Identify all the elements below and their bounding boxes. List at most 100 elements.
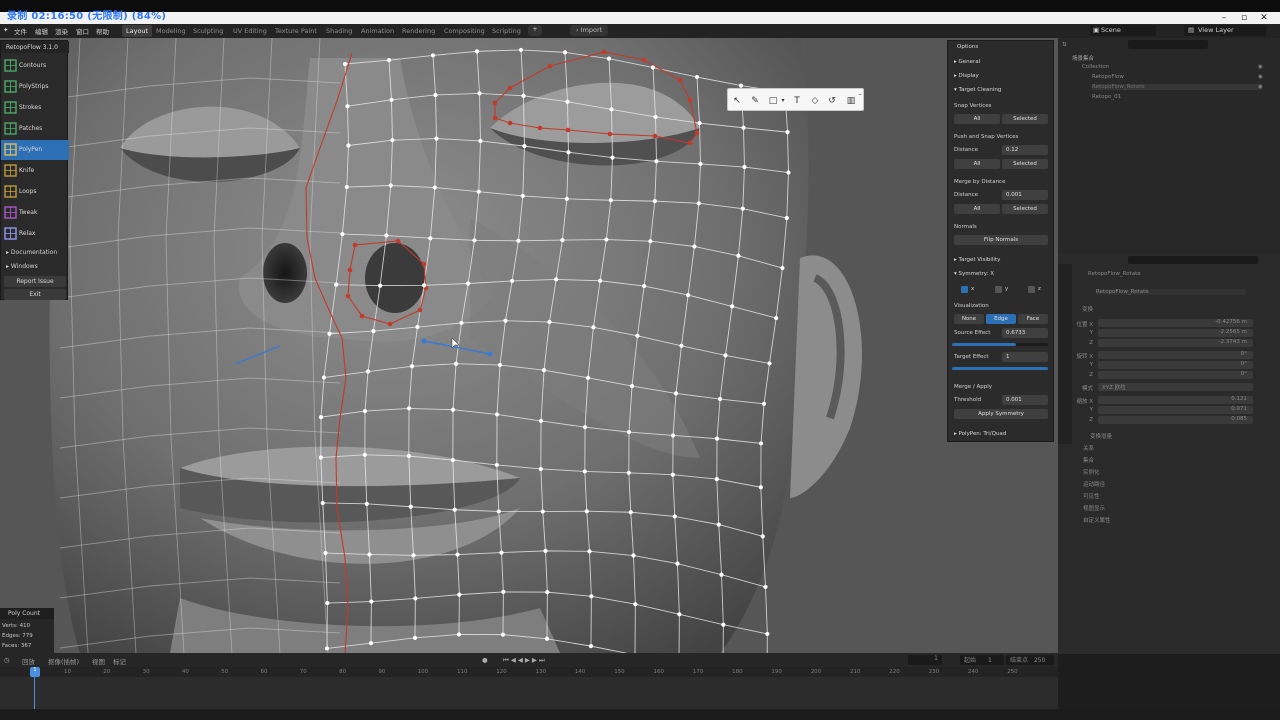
- rotation-z-field[interactable]: 0°: [1098, 371, 1253, 379]
- windows-link[interactable]: ▸ Windows: [6, 263, 38, 270]
- timeline-menu-view[interactable]: 视图: [92, 656, 105, 666]
- playback-controls[interactable]: ⏮◀◀▶▶⏭: [503, 656, 547, 665]
- start-frame-field[interactable]: 起始 1: [960, 655, 1004, 665]
- property-section[interactable]: 可见性: [1083, 492, 1100, 500]
- timeline-editor-icon[interactable]: ◷: [4, 656, 10, 664]
- text-icon[interactable]: T: [792, 96, 802, 106]
- menu-edit[interactable]: 编辑: [35, 26, 48, 36]
- maximize-button[interactable]: ▫: [1237, 12, 1251, 24]
- property-section[interactable]: 视图显示: [1083, 504, 1105, 512]
- end-frame-field[interactable]: 结束点 250: [1006, 655, 1054, 665]
- menu-window[interactable]: 窗口: [76, 26, 89, 36]
- property-section[interactable]: 运动路径: [1083, 480, 1105, 488]
- general-section[interactable]: ▸ General: [954, 59, 980, 65]
- menu-render[interactable]: 渲染: [55, 26, 68, 36]
- tool-loops[interactable]: Loops: [1, 182, 69, 202]
- add-workspace-icon[interactable]: +: [528, 25, 542, 36]
- symmetry-y-checkbox[interactable]: [995, 286, 1002, 293]
- snap-selected-button[interactable]: Selected: [1002, 114, 1048, 124]
- rotation-mode-select[interactable]: XYZ 欧拉: [1098, 383, 1253, 391]
- outliner-root[interactable]: 场景集合: [1072, 54, 1094, 62]
- undo-icon[interactable]: ↺: [827, 96, 837, 106]
- current-frame-field[interactable]: 1: [908, 655, 942, 665]
- scale-y-field[interactable]: 0.071: [1098, 406, 1253, 414]
- viewport-3d[interactable]: [0, 38, 1058, 653]
- outliner-item-retopoflow[interactable]: RetopoFlow: [1092, 74, 1124, 80]
- rotation-y-field[interactable]: 0°: [1098, 361, 1253, 369]
- close-button[interactable]: ✕: [1257, 12, 1271, 24]
- merge-distance-field[interactable]: 0.001: [1002, 190, 1048, 200]
- push-selected-button[interactable]: Selected: [1002, 159, 1048, 169]
- object-data-field[interactable]: RetopoFlow_Rotate: [1096, 289, 1246, 295]
- tab-modeling[interactable]: Modeling: [152, 25, 190, 37]
- apply-symmetry-button[interactable]: Apply Symmetry: [954, 409, 1048, 419]
- report-issue-button[interactable]: Report Issue: [4, 276, 66, 287]
- tab-rendering[interactable]: Rendering: [398, 25, 439, 37]
- vis-edge-button[interactable]: Edge: [986, 314, 1016, 324]
- tab-layout[interactable]: Layout: [122, 25, 153, 37]
- scale-z-field[interactable]: 0.085: [1098, 416, 1253, 424]
- merge-selected-button[interactable]: Selected: [1002, 204, 1048, 214]
- location-x-field[interactable]: -0.42756 m: [1098, 319, 1253, 327]
- location-z-field[interactable]: -2.3743 m: [1098, 339, 1253, 347]
- threshold-field[interactable]: 0.001: [1002, 395, 1048, 405]
- tool-strokes[interactable]: Strokes: [1, 98, 69, 118]
- tool-relax[interactable]: Relax: [1, 224, 69, 244]
- minimize-toolbar-icon[interactable]: –: [855, 89, 865, 99]
- visibility-eye-icon[interactable]: ◉: [1258, 64, 1263, 70]
- property-section[interactable]: 关系: [1083, 444, 1094, 452]
- rectangle-icon[interactable]: □: [768, 96, 778, 106]
- property-section[interactable]: 集合: [1083, 456, 1094, 464]
- symmetry-section[interactable]: ▾ Symmetry: X: [954, 271, 994, 277]
- tool-polystrips[interactable]: PolyStrips: [1, 77, 69, 97]
- vis-none-button[interactable]: None: [954, 314, 984, 324]
- target-effect-field[interactable]: 1: [1002, 352, 1048, 362]
- delta-transform-section[interactable]: 变换增量: [1090, 432, 1112, 440]
- tool-polypen[interactable]: PolyPen: [1, 140, 69, 160]
- frame-ruler[interactable]: 10 20 30 40 50 60 70 80 90 100 110 120 130 140 150 160 1…: [0, 667, 1058, 677]
- import-button[interactable]: › Import: [570, 25, 609, 36]
- timeline-menu-keying[interactable]: 抠像(插帧): [48, 656, 79, 666]
- polypen-mode-section[interactable]: ▸ PolyPen: Tri/Quad: [954, 431, 1006, 437]
- tab-sculpting[interactable]: Sculpting: [189, 25, 227, 37]
- dropdown-icon[interactable]: ▾: [778, 96, 788, 106]
- exit-button[interactable]: Exit: [4, 289, 66, 300]
- tool-patches[interactable]: Patches: [1, 119, 69, 139]
- properties-search[interactable]: [1128, 256, 1258, 264]
- select-arrow-icon[interactable]: ↖: [732, 96, 742, 106]
- tab-animation[interactable]: Animation: [357, 25, 398, 37]
- outliner-item-retopo-01[interactable]: Retopo_01: [1092, 94, 1121, 100]
- rotation-x-field[interactable]: 0°: [1098, 351, 1253, 359]
- outliner-item-retopoflow-rotate[interactable]: RetopoFlow_Rotate: [1092, 84, 1262, 90]
- menu-help[interactable]: 帮助: [96, 26, 109, 36]
- eraser-icon[interactable]: ◇: [810, 96, 820, 106]
- timeline-menu-marker[interactable]: 标记: [113, 656, 126, 666]
- tab-shading[interactable]: Shading: [322, 25, 356, 37]
- target-visibility-section[interactable]: ▸ Target Visibility: [954, 257, 1000, 263]
- snap-all-button[interactable]: All: [954, 114, 1000, 124]
- menu-file[interactable]: 文件: [14, 26, 27, 36]
- vis-face-button[interactable]: Face: [1018, 314, 1048, 324]
- visibility-eye-icon[interactable]: ◉: [1258, 74, 1263, 80]
- face-mesh-render[interactable]: [0, 38, 1058, 653]
- tab-scripting[interactable]: Scripting: [488, 25, 525, 37]
- transform-section[interactable]: 变换: [1082, 305, 1093, 313]
- source-effect-slider[interactable]: [952, 343, 1048, 346]
- blender-logo-icon[interactable]: ✦: [3, 26, 8, 34]
- outliner-search[interactable]: [1128, 40, 1208, 49]
- filter-icon[interactable]: ⇅: [1062, 42, 1067, 48]
- tab-compositing[interactable]: Compositing: [440, 25, 489, 37]
- record-icon[interactable]: ●: [482, 656, 488, 664]
- target-effect-slider[interactable]: [952, 367, 1048, 370]
- display-section[interactable]: ▸ Display: [954, 73, 979, 79]
- tool-tweak[interactable]: Tweak: [1, 203, 69, 223]
- visibility-eye-icon[interactable]: ◉: [1258, 84, 1263, 90]
- symmetry-z-checkbox[interactable]: [1028, 286, 1035, 293]
- tab-uv-editing[interactable]: UV Editing: [229, 25, 271, 37]
- tab-texture-paint[interactable]: Texture Paint: [271, 25, 321, 37]
- scale-x-field[interactable]: 0.121: [1098, 396, 1253, 404]
- merge-all-button[interactable]: All: [954, 204, 1000, 214]
- target-cleaning-section[interactable]: ▾ Target Cleaning: [954, 87, 1001, 93]
- tool-contours[interactable]: Contours: [1, 56, 69, 76]
- property-section[interactable]: 实例化: [1083, 468, 1100, 476]
